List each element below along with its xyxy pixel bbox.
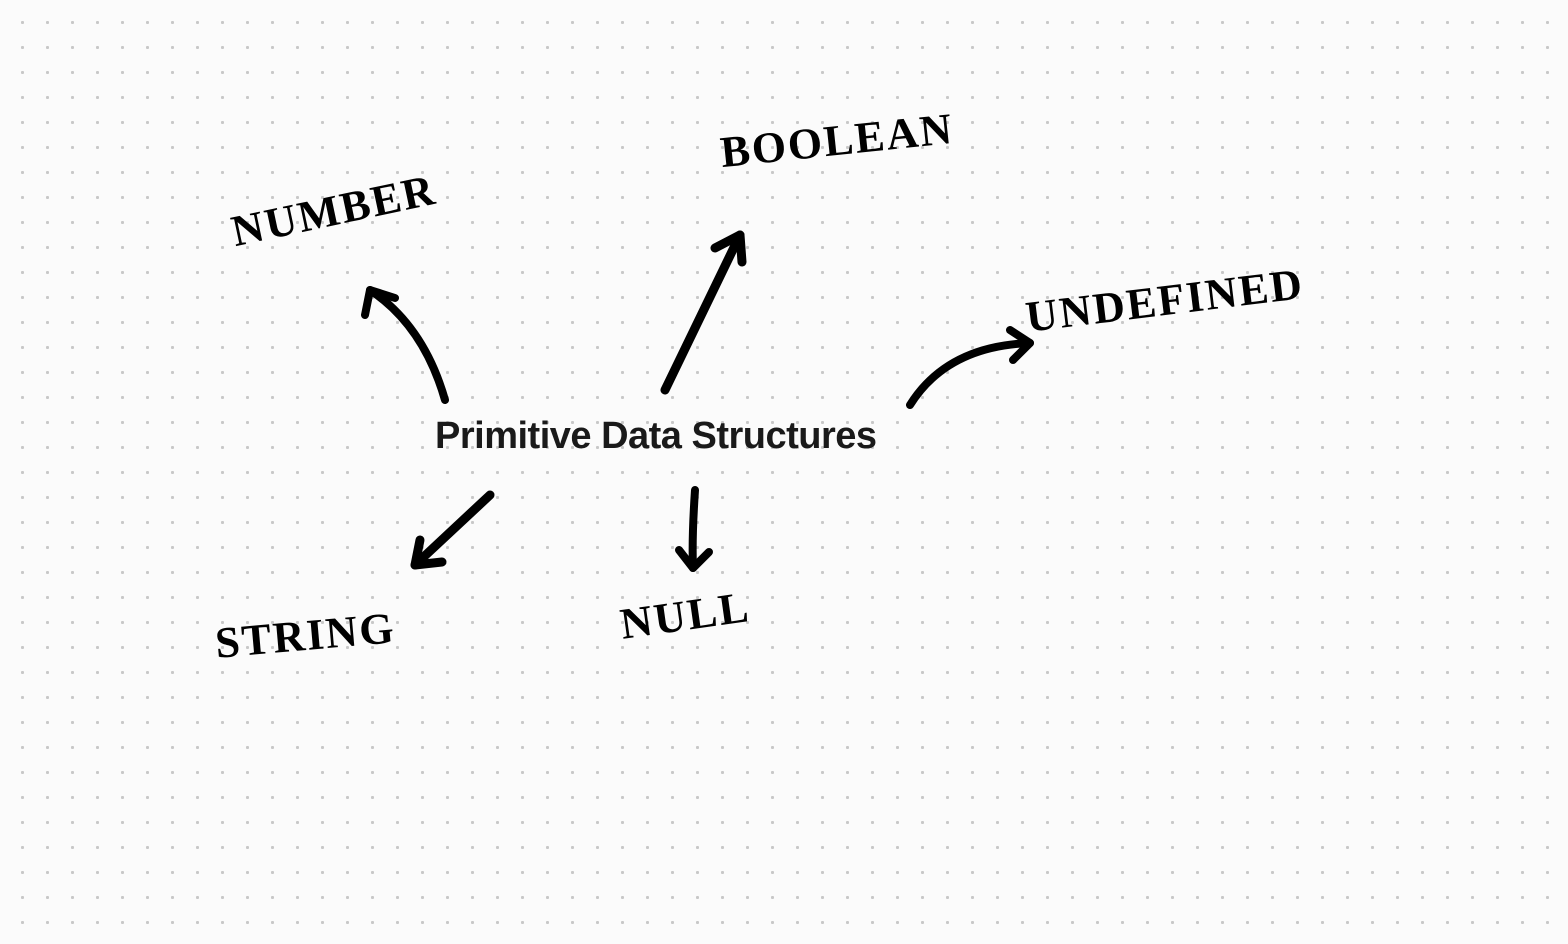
arrow-to-boolean	[650, 210, 770, 400]
node-boolean: BOOLEAN	[718, 103, 956, 178]
arrow-to-number	[335, 270, 475, 410]
node-number: NUMBER	[227, 164, 441, 257]
node-string: STRING	[213, 602, 397, 669]
arrow-to-null	[665, 480, 725, 590]
diagram-title: Primitive Data Structures	[435, 415, 877, 458]
node-null: NULL	[617, 581, 753, 650]
arrow-to-string	[390, 480, 510, 590]
diagram-canvas[interactable]: Primitive Data Structures NUMBER BOOLEAN…	[0, 0, 1568, 944]
node-undefined: UNDEFINED	[1023, 258, 1307, 343]
